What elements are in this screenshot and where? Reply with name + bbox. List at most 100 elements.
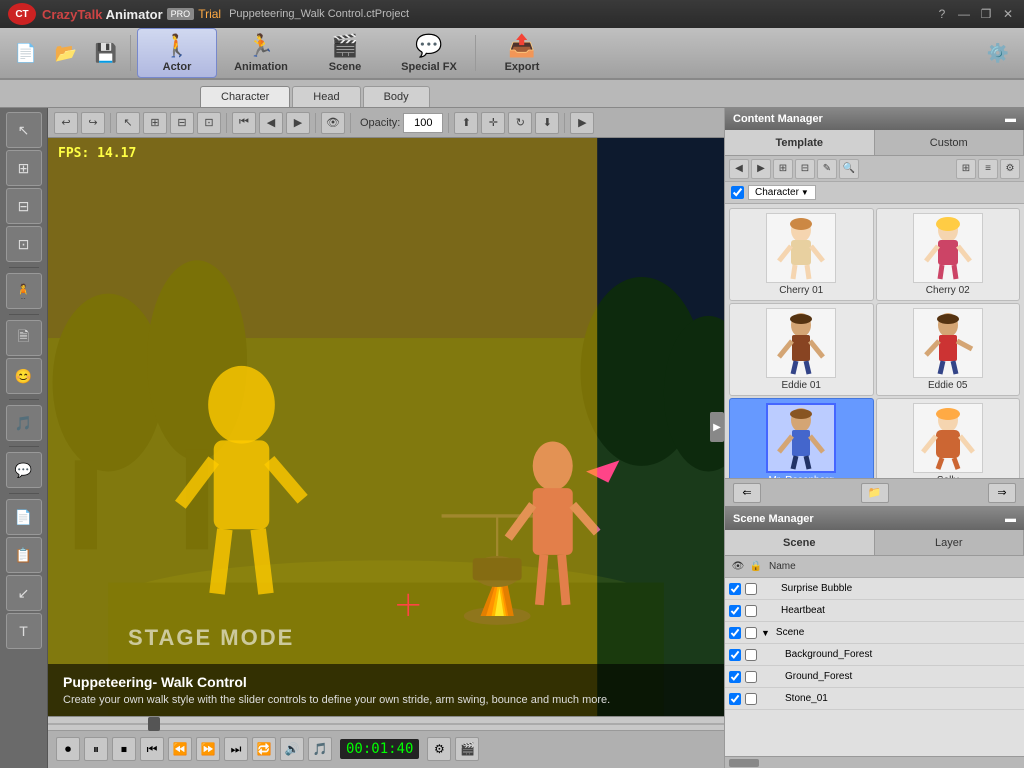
char-card-sally[interactable]: Sally [876,398,1021,478]
layer-lock-1[interactable] [745,583,757,595]
edit-btn-down[interactable]: ⬇ [535,112,559,134]
close-button[interactable]: ✕ [1000,7,1016,21]
sidebar-tool-2[interactable]: ⊞ [6,150,42,186]
scroll-thumb[interactable] [729,759,759,767]
audio-btn[interactable]: 🔊 [280,737,304,761]
layer-stone-01[interactable]: Stone_01 [725,688,1024,710]
sidebar-arrow-tool[interactable]: ↙ [6,575,42,611]
cm-btn-1[interactable]: ◀ [729,159,749,179]
layer-ground-forest[interactable]: Ground_Forest [725,666,1024,688]
char-card-eddie-01[interactable]: Eddie 01 [729,303,874,396]
render-btn[interactable]: 🎬 [455,737,479,761]
open-button[interactable]: 📂 [48,35,84,71]
char-card-mr-rosenberg[interactable]: Mr. Rosenberg [729,398,874,478]
select-tool-btn[interactable]: ↖ [116,112,140,134]
rewind-btn[interactable]: ⏪ [168,737,192,761]
viewport-canvas[interactable]: FPS: 14.17 STAGE MODE Puppeteering- Walk… [48,138,724,716]
layer-eye-1[interactable] [729,583,741,595]
tab-template[interactable]: Template [725,130,875,155]
edit-btn-up[interactable]: ⬆ [454,112,478,134]
special-fx-button[interactable]: 💬 Special FX [389,29,469,77]
layer-bg-forest[interactable]: Background_Forest [725,644,1024,666]
undo-button[interactable]: ↩ [54,112,78,134]
sidebar-doc-tool[interactable]: 📄 [6,499,42,535]
char-filter-dropdown[interactable]: Character ▼ [748,185,816,200]
help-button[interactable]: ? [934,7,950,21]
scene-button[interactable]: 🎬 Scene [305,29,385,77]
edit-btn-3[interactable]: ⊟ [170,112,194,134]
layer-eye-4[interactable] [729,649,741,661]
layer-eye-3[interactable] [729,627,741,639]
sidebar-tool-4[interactable]: ⊡ [6,226,42,262]
record2-btn[interactable]: 🎵 [308,737,332,761]
skip-start-btn[interactable]: ⏮ [232,112,256,134]
tab-custom[interactable]: Custom [875,130,1024,155]
fast-forward-btn[interactable]: ⏩ [196,737,220,761]
layer-lock-2[interactable] [745,605,757,617]
redo-button[interactable]: ↪ [81,112,105,134]
skip-start-btn[interactable]: ⏮ [140,737,164,761]
sidebar-chat-tool[interactable]: 💬 [6,452,42,488]
sidebar-tool-5[interactable]: 🗎 [6,320,42,356]
opacity-input[interactable] [403,113,443,133]
layer-lock-5[interactable] [745,671,757,683]
layer-lock-3[interactable] [745,627,757,639]
scene-scrollbar[interactable] [725,756,1024,768]
edit-btn-rotate[interactable]: ↻ [508,112,532,134]
save-button[interactable]: 💾 [88,35,124,71]
sidebar-face-tool[interactable]: 😊 [6,358,42,394]
timecode-btn[interactable]: ⚙ [427,737,451,761]
tab-scene[interactable]: Scene [725,530,875,555]
edit-btn-7[interactable]: ▶ [286,112,310,134]
loop-btn[interactable]: 🔁 [252,737,276,761]
settings-button[interactable]: ⚙️ [980,35,1016,71]
layer-lock-4[interactable] [745,649,757,661]
cm-action-3[interactable]: ⇒ [988,483,1016,503]
tab-head[interactable]: Head [292,86,360,107]
sidebar-tool-3[interactable]: ⊟ [6,188,42,224]
layer-eye-5[interactable] [729,671,741,683]
export-button[interactable]: 📤 Export [482,29,562,77]
sidebar-select-tool[interactable]: ↖ [6,112,42,148]
sidebar-list-tool[interactable]: 📋 [6,537,42,573]
prev-frame-btn[interactable]: ◀ [259,112,283,134]
maximize-button[interactable]: ❐ [978,7,994,21]
cm-btn-8[interactable]: ≡ [978,159,998,179]
layer-lock-6[interactable] [745,693,757,705]
edit-btn-more[interactable]: ▶ [570,112,594,134]
edit-btn-4[interactable]: ⊡ [197,112,221,134]
animation-button[interactable]: 🏃 Animation [221,29,301,77]
edit-btn-move[interactable]: ✛ [481,112,505,134]
record-button[interactable]: ⏺ [56,737,80,761]
cm-btn-4[interactable]: ⊟ [795,159,815,179]
minimize-button[interactable]: — [956,7,972,21]
layer-eye-6[interactable] [729,693,741,705]
tab-body[interactable]: Body [363,86,430,107]
cm-btn-3[interactable]: ⊞ [773,159,793,179]
tab-character[interactable]: Character [200,86,290,107]
cm-btn-6[interactable]: 🔍 [839,159,859,179]
layer-heartbeat[interactable]: Heartbeat [725,600,1024,622]
layer-eye-2[interactable] [729,605,741,617]
timeline-scrub[interactable] [48,717,724,731]
layer-surprise-bubble[interactable]: Surprise Bubble [725,578,1024,600]
char-card-cherry-01[interactable]: Cherry 01 [729,208,874,301]
cm-action-2[interactable]: 📁 [861,483,889,503]
scene-manager-collapse[interactable]: ▬ [1005,513,1016,525]
stop-button[interactable]: ⏸ [84,737,108,761]
layer-scene-folder[interactable]: ▼ Scene [725,622,1024,644]
transform-btn[interactable]: ⊞ [143,112,167,134]
sidebar-person-tool[interactable]: 🧍 [6,273,42,309]
char-card-eddie-05[interactable]: Eddie 05 [876,303,1021,396]
char-filter-checkbox[interactable] [731,186,744,199]
play-stop-btn[interactable]: ⏹ [112,737,136,761]
sidebar-text-tool[interactable]: T [6,613,42,649]
cm-btn-2[interactable]: ▶ [751,159,771,179]
new-button[interactable]: 📄 [8,35,44,71]
sidebar-music-tool[interactable]: 🎵 [6,405,42,441]
actor-button[interactable]: 🚶 Actor [137,28,217,78]
eye-tool-btn[interactable]: 👁 [321,112,345,134]
skip-end-btn[interactable]: ⏭ [224,737,248,761]
tab-layer[interactable]: Layer [875,530,1024,555]
char-card-cherry-02[interactable]: Cherry 02 [876,208,1021,301]
